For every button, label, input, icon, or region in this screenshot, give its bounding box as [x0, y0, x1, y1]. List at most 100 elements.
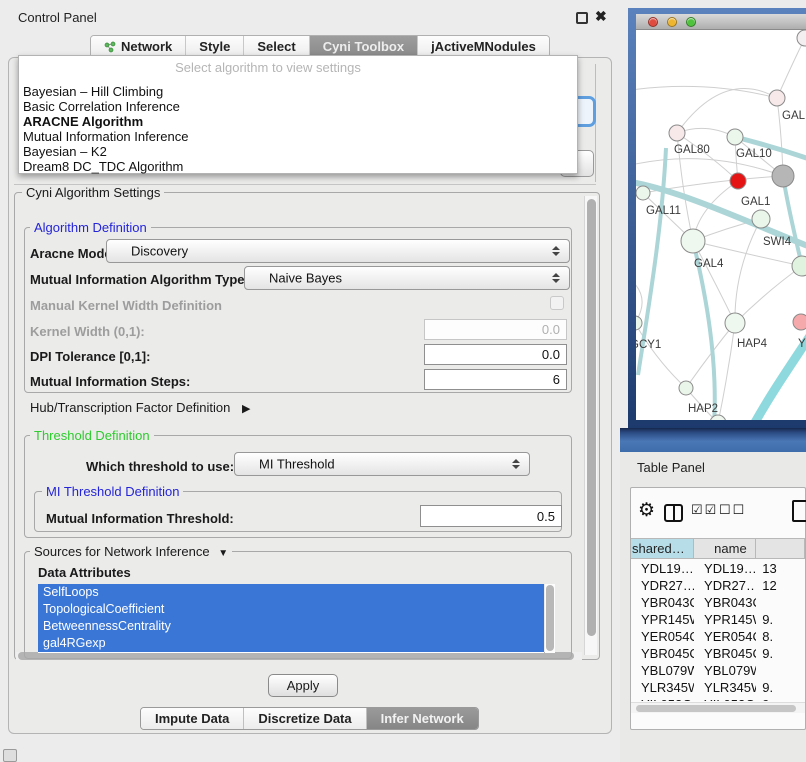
table-row[interactable]: YBL079WYBL079W	[631, 662, 805, 679]
tab-select[interactable]: Select	[243, 36, 308, 57]
node-y[interactable]	[793, 314, 806, 330]
node-label: GAL10	[736, 148, 772, 160]
node-swi4[interactable]	[792, 256, 806, 276]
data-attributes-label: Data Attributes	[38, 565, 131, 580]
attribute-item[interactable]: BetweennessCentrality	[38, 618, 544, 635]
scrollbar-thumb[interactable]	[546, 585, 554, 651]
node-gcy1[interactable]	[636, 316, 642, 330]
mi-steps-input[interactable]: 6	[424, 369, 567, 390]
table-row[interactable]: YDR27…YDR27…12	[631, 577, 805, 594]
table-cell: YDL19…	[694, 560, 756, 577]
table-cell: YDR27…	[694, 577, 756, 594]
apply-button[interactable]: Apply	[268, 674, 338, 697]
dropdown-item[interactable]: Bayesian – K2	[23, 144, 573, 159]
tab-jactivemnodules[interactable]: jActiveMNodules	[417, 36, 549, 57]
spinner-arrows-icon	[552, 273, 560, 283]
minimize-button[interactable]	[667, 17, 677, 27]
dropdown-item[interactable]: Mutual Information Inference	[23, 129, 573, 144]
mi-threshold-label: Mutual Information Threshold:	[46, 511, 234, 526]
tab-cyni-toolbox[interactable]: Cyni Toolbox	[309, 36, 417, 57]
dpi-tolerance-input[interactable]: 0.0	[424, 344, 567, 365]
node-gal1[interactable]	[752, 210, 770, 228]
table-cell: YER054C	[631, 628, 694, 645]
table-cell: 9.	[756, 696, 805, 701]
attribute-item[interactable]: TopologicalCoefficient	[38, 601, 544, 618]
table-row[interactable]: YBR043CYBR043C	[631, 594, 805, 611]
dropdown-item[interactable]: Dream8 DC_TDC Algorithm	[23, 159, 573, 174]
file-icon[interactable]	[792, 500, 806, 522]
select-all-icon[interactable]: ☑☑	[691, 502, 718, 518]
table-row[interactable]: YLR345WYLR345W9.	[631, 679, 805, 696]
column-header[interactable]: shared…	[631, 539, 694, 558]
node[interactable]	[797, 30, 806, 46]
network-icon	[104, 41, 116, 53]
node[interactable]	[772, 165, 794, 187]
sources-title-wrap[interactable]: Sources for Network Inference ▼	[30, 544, 232, 559]
node-label: SWI4	[763, 236, 792, 248]
collapse-arrow-icon: ▼	[218, 548, 228, 559]
dropdown-item[interactable]: Bayesian – Hill Climbing	[23, 84, 573, 99]
mi-algorithm-type-label: Mutual Information Algorithm Type:	[30, 272, 249, 287]
tab-label: Style	[199, 39, 230, 54]
node[interactable]	[710, 415, 726, 420]
column-header[interactable]: name	[694, 539, 756, 558]
table-horizontal-scrollbar[interactable]	[631, 702, 805, 713]
zoom-button[interactable]	[686, 17, 696, 27]
tab-discretize-data[interactable]: Discretize Data	[243, 708, 365, 729]
which-threshold-combo[interactable]: MI Threshold	[234, 452, 530, 476]
sources-title: Sources for Network Inference	[34, 544, 210, 559]
table-row[interactable]: YIL052CYIL052C9.	[631, 696, 805, 701]
attribute-item[interactable]: gal4RGexp	[38, 635, 544, 652]
table-row[interactable]: YPR145WYPR145W9.	[631, 611, 805, 628]
mi-algorithm-type-combo[interactable]: Naive Bayes	[244, 266, 570, 290]
scrollbar-thumb[interactable]	[636, 705, 796, 712]
deselect-all-icon[interactable]: ☐☐	[719, 502, 746, 518]
table-cell: YBR043C	[694, 594, 756, 611]
gear-icon[interactable]: ⚙	[638, 499, 655, 522]
node-hap4[interactable]	[725, 313, 745, 333]
minimized-panel-icon[interactable]	[3, 749, 17, 762]
node-gal80[interactable]	[669, 125, 685, 141]
table-cell: YER054C	[694, 628, 756, 645]
table-row[interactable]: YBR045CYBR045C9.	[631, 645, 805, 662]
network-graph: GALGAL80GAL10GAL11GAL1SWI4GAL4GCY1HAP4YH…	[636, 30, 806, 420]
node[interactable]	[730, 173, 746, 189]
close-button[interactable]	[648, 17, 658, 27]
table-row[interactable]: YDL19…YDL19…13	[631, 560, 805, 577]
hub-definition-expander[interactable]: Hub/Transcription Factor Definition ▶	[30, 400, 250, 415]
tab-label: Select	[257, 39, 295, 54]
node-gal4[interactable]	[681, 229, 705, 253]
dropdown-item[interactable]: ARACNE Algorithm	[23, 114, 573, 129]
control-panel-title: Control Panel	[18, 10, 97, 25]
which-threshold-value: MI Threshold	[259, 457, 335, 472]
node-gal10[interactable]	[727, 129, 743, 145]
table-row[interactable]: YER054CYER054C8.	[631, 628, 805, 645]
column-header[interactable]	[756, 539, 805, 558]
settings-vertical-scrollbar[interactable]	[584, 196, 597, 655]
mi-threshold-input[interactable]: 0.5	[420, 505, 562, 527]
dropdown-item[interactable]: Basic Correlation Inference	[23, 99, 573, 114]
table-cell: YDL19…	[631, 560, 694, 577]
close-icon[interactable]: ✖	[595, 8, 607, 25]
node-label: GAL80	[674, 144, 710, 156]
node-gal11[interactable]	[636, 186, 650, 200]
scrollbar-thumb[interactable]	[587, 199, 596, 636]
tab-network[interactable]: Network	[91, 36, 185, 57]
manual-kernel-checkbox[interactable]	[550, 296, 564, 310]
tab-style[interactable]: Style	[185, 36, 243, 57]
kernel-width-input[interactable]: 0.0	[424, 319, 567, 340]
node-gal[interactable]	[769, 90, 785, 106]
split-columns-icon[interactable]	[664, 504, 683, 522]
network-canvas[interactable]: GALGAL80GAL10GAL11GAL1SWI4GAL4GCY1HAP4YH…	[636, 30, 806, 420]
data-attributes-list: SelfLoopsTopologicalCoefficientBetweenne…	[38, 584, 544, 653]
aracne-mode-combo[interactable]: Discovery	[106, 239, 570, 263]
node-hap2[interactable]	[679, 381, 693, 395]
tab-impute-data[interactable]: Impute Data	[141, 708, 243, 729]
attribute-item[interactable]: SelfLoops	[38, 584, 544, 601]
attributes-scrollbar[interactable]	[545, 584, 555, 653]
cyni-bottom-tabs: Impute DataDiscretize DataInfer Network	[140, 707, 479, 730]
tab-infer-network[interactable]: Infer Network	[366, 708, 478, 729]
dropdown-prompt: Select algorithm to view settings	[19, 60, 517, 75]
float-window-icon[interactable]	[576, 12, 588, 24]
network-window-titlebar[interactable]	[636, 14, 806, 30]
